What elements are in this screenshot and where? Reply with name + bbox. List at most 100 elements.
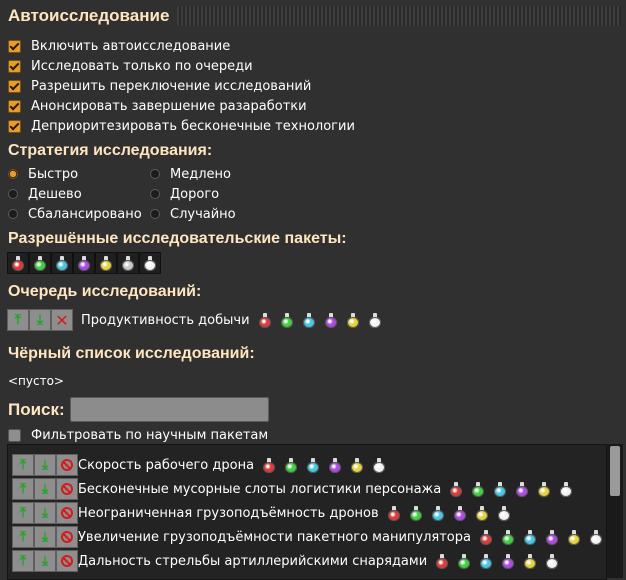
list-item: ⤒ ⤓ Скорость рабочего дрона <box>12 453 386 477</box>
science-pack-icon <box>280 312 294 328</box>
radio-label: Сбалансировано <box>28 206 142 222</box>
science-pack-icon <box>479 529 493 545</box>
science-pack-icon <box>457 553 471 569</box>
search-label: Поиск: <box>8 400 65 419</box>
add-to-queue-top-icon[interactable]: ⤒ <box>12 550 34 572</box>
queue-item-packs <box>258 312 382 328</box>
blacklist-button[interactable] <box>56 550 78 572</box>
pack-slot[interactable] <box>117 252 139 274</box>
add-to-queue-top-icon[interactable]: ⤒ <box>12 502 34 524</box>
science-pack-icon <box>545 529 559 545</box>
add-to-queue-bottom-icon[interactable]: ⤓ <box>34 502 56 524</box>
tech-packs <box>262 457 386 473</box>
queue-heading: Очередь исследований: <box>8 283 202 300</box>
option-label: Разрешить переключение исследований <box>31 78 312 94</box>
science-pack-icon <box>435 553 449 569</box>
radio-fast[interactable]: Быстро <box>8 165 78 183</box>
tech-packs <box>387 505 511 521</box>
drag-handle[interactable] <box>177 6 621 26</box>
pack-slot[interactable] <box>73 252 95 274</box>
add-to-queue-bottom-icon[interactable]: ⤓ <box>34 550 56 572</box>
add-to-queue-top-icon[interactable]: ⤒ <box>12 526 34 548</box>
radio-icon[interactable] <box>8 209 18 219</box>
option-enable-autoresearch[interactable]: Включить автоисследование <box>8 37 230 55</box>
radio-label: Случайно <box>170 206 236 222</box>
radio-icon[interactable] <box>8 189 18 199</box>
add-to-queue-bottom-icon[interactable]: ⤓ <box>34 478 56 500</box>
science-pack-icon <box>545 553 559 569</box>
move-up-icon[interactable]: ⤒ <box>7 309 29 331</box>
checkbox-icon[interactable] <box>8 59 21 73</box>
checkbox-icon[interactable] <box>8 79 21 93</box>
radio-icon[interactable] <box>150 169 160 179</box>
option-queue-only[interactable]: Исследовать только по очереди <box>8 57 253 75</box>
blacklist-button[interactable] <box>56 478 78 500</box>
radio-random[interactable]: Случайно <box>150 205 236 223</box>
strategy-heading: Стратегия исследования: <box>8 142 213 159</box>
science-pack-icon <box>559 481 573 497</box>
scrollbar-thumb[interactable] <box>610 446 620 496</box>
checkbox-icon[interactable] <box>8 119 21 133</box>
add-to-queue-top-icon[interactable]: ⤒ <box>12 454 34 476</box>
science-pack-icon <box>453 505 467 521</box>
blacklist-heading: Чёрный список исследований: <box>8 345 255 362</box>
search-input[interactable] <box>70 397 269 422</box>
pack-slot[interactable] <box>51 252 73 274</box>
science-pack-icon <box>515 481 529 497</box>
science-pack-icon <box>449 481 463 497</box>
red-science-pack-icon <box>11 255 25 271</box>
radio-label: Медлено <box>170 166 231 182</box>
science-pack-icon <box>258 312 272 328</box>
technology-list[interactable]: ⤒ ⤓ Скорость рабочего дрона ⤒ ⤓ Бесконеч… <box>7 444 607 580</box>
filter-by-packs[interactable]: Фильтровать по научным пакетам <box>8 426 268 444</box>
radio-icon[interactable] <box>150 189 160 199</box>
science-pack-icon <box>497 505 511 521</box>
option-deprioritize-infinite[interactable]: Деприоритезировать бесконечные технологи… <box>8 117 355 135</box>
science-pack-icon <box>567 529 581 545</box>
radio-label: Дорого <box>170 186 220 202</box>
green-science-pack-icon <box>33 255 47 271</box>
radio-selected-icon[interactable] <box>8 169 18 179</box>
forbid-icon <box>61 507 73 519</box>
list-item: ⤒ ⤓ Увеличение грузоподъёмности пакетног… <box>12 525 603 549</box>
radio-cheap[interactable]: Дешево <box>8 185 82 203</box>
radio-slow[interactable]: Медлено <box>150 165 231 183</box>
pack-slot[interactable] <box>7 252 29 274</box>
checkbox-icon[interactable] <box>8 99 21 113</box>
radio-expensive[interactable]: Дорого <box>150 185 219 203</box>
packs-heading: Разрешённые исследовательские пакеты: <box>8 230 347 247</box>
forbid-icon <box>61 483 73 495</box>
add-to-queue-bottom-icon[interactable]: ⤓ <box>34 526 56 548</box>
science-pack-icon <box>479 553 493 569</box>
checkbox-icon[interactable] <box>8 39 21 53</box>
blacklist-empty: <пусто> <box>8 374 64 388</box>
pack-slot[interactable] <box>139 252 161 274</box>
pack-slot[interactable] <box>29 252 51 274</box>
science-pack-icon <box>350 457 364 473</box>
option-announce-completion[interactable]: Анонсировать завершение разаработки <box>8 97 307 115</box>
science-pack-icon <box>328 457 342 473</box>
science-pack-icon <box>501 529 515 545</box>
list-scrollbar[interactable] <box>607 444 623 578</box>
blacklist-button[interactable] <box>56 526 78 548</box>
add-to-queue-top-icon[interactable]: ⤒ <box>12 478 34 500</box>
radio-label: Дешево <box>28 186 82 202</box>
science-pack-icon <box>501 553 515 569</box>
science-pack-icon <box>387 505 401 521</box>
option-allow-switching[interactable]: Разрешить переключение исследований <box>8 77 311 95</box>
tech-label: Неограниченная грузоподъёмность дронов <box>78 505 379 521</box>
filter-label: Фильтровать по научным пакетам <box>31 427 269 443</box>
add-to-queue-bottom-icon[interactable]: ⤓ <box>34 454 56 476</box>
pack-slots <box>7 252 161 274</box>
blacklist-button[interactable] <box>56 454 78 476</box>
remove-icon[interactable]: ✕ <box>51 309 73 331</box>
checkbox-icon[interactable] <box>8 428 21 442</box>
radio-icon[interactable] <box>150 209 160 219</box>
science-pack-icon <box>409 505 423 521</box>
blacklist-button[interactable] <box>56 502 78 524</box>
blue-science-pack-icon <box>55 255 69 271</box>
radio-balanced[interactable]: Сбалансировано <box>8 205 142 223</box>
science-pack-icon <box>471 481 485 497</box>
move-down-icon[interactable]: ⤓ <box>29 309 51 331</box>
pack-slot[interactable] <box>95 252 117 274</box>
